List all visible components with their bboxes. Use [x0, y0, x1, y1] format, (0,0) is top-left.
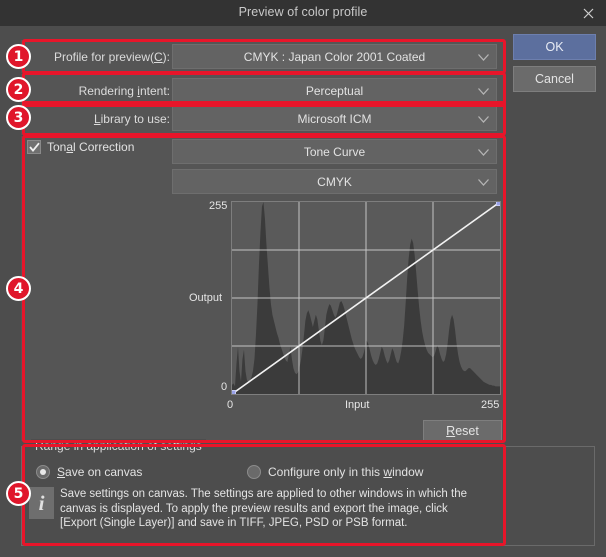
- ok-button-label: OK: [545, 40, 564, 54]
- tone-curve-channel-dropdown[interactable]: CMYK: [172, 169, 497, 194]
- range-groupbox-title: Range in application of settings: [31, 439, 206, 453]
- radio-save-on-canvas[interactable]: [36, 465, 50, 479]
- range-info-text: Save settings on canvas. The settings ar…: [60, 488, 467, 529]
- library-to-use-value: Microsoft ICM: [297, 111, 372, 126]
- ok-button[interactable]: OK: [513, 34, 596, 60]
- tonal-correction-checkbox[interactable]: [27, 140, 41, 154]
- tonal-correction-label: Tonal Correction: [47, 140, 135, 154]
- x-axis-min-label: 0: [227, 399, 234, 411]
- radio-configure-only-window[interactable]: [247, 465, 261, 479]
- annotation-badge-5: 5: [6, 481, 31, 506]
- dialog-titlebar: Preview of color profile: [0, 0, 606, 26]
- reset-button-label: Reset: [446, 423, 479, 438]
- y-axis-min-label: 0: [221, 381, 228, 393]
- annotation-badge-2: 2: [6, 77, 31, 102]
- tone-curve-mode-value: Tone Curve: [303, 144, 366, 159]
- page-title: Preview of color profile: [238, 5, 368, 19]
- tone-curve-graph[interactable]: [231, 201, 501, 395]
- close-icon[interactable]: [570, 0, 606, 26]
- annotation-badge-4: 4: [6, 276, 31, 301]
- profile-for-preview-dropdown[interactable]: CMYK : Japan Color 2001 Coated: [172, 44, 497, 69]
- tone-curve-mode-dropdown[interactable]: Tone Curve: [172, 139, 497, 164]
- chevron-down-icon: [478, 87, 489, 95]
- annotation-badge-1: 1: [6, 44, 31, 69]
- radio-configure-only-window-label: Configure only in this window: [268, 465, 424, 479]
- radio-save-on-canvas-label: Save on canvas: [57, 465, 143, 479]
- profile-for-preview-value: CMYK : Japan Color 2001 Coated: [243, 49, 426, 64]
- x-axis-title: Input: [345, 399, 370, 411]
- color-profile-dialog: Preview of color profile Profile for pre…: [0, 0, 606, 557]
- check-icon: [29, 142, 40, 153]
- profile-for-preview-label: Profile for preview(C):: [53, 50, 170, 64]
- chevron-down-icon: [478, 115, 489, 123]
- rendering-intent-dropdown[interactable]: Perceptual: [172, 78, 497, 103]
- y-axis-title: Output: [189, 292, 223, 304]
- reset-button[interactable]: Reset: [423, 420, 502, 441]
- rendering-intent-value: Perceptual: [305, 83, 364, 98]
- info-icon: i: [29, 487, 54, 519]
- tone-curve-channel-value: CMYK: [317, 174, 352, 189]
- chevron-down-icon: [478, 178, 489, 186]
- library-to-use-label: Library to use:: [93, 112, 170, 126]
- cancel-button-label: Cancel: [535, 72, 574, 86]
- y-axis-max-label: 255: [209, 200, 228, 212]
- library-to-use-dropdown[interactable]: Microsoft ICM: [172, 106, 497, 131]
- chevron-down-icon: [478, 148, 489, 156]
- x-axis-max-label: 255: [481, 399, 500, 411]
- annotation-badge-3: 3: [6, 105, 31, 130]
- chevron-down-icon: [478, 53, 489, 61]
- cancel-button[interactable]: Cancel: [513, 66, 596, 92]
- rendering-intent-label: Rendering intent:: [78, 84, 170, 98]
